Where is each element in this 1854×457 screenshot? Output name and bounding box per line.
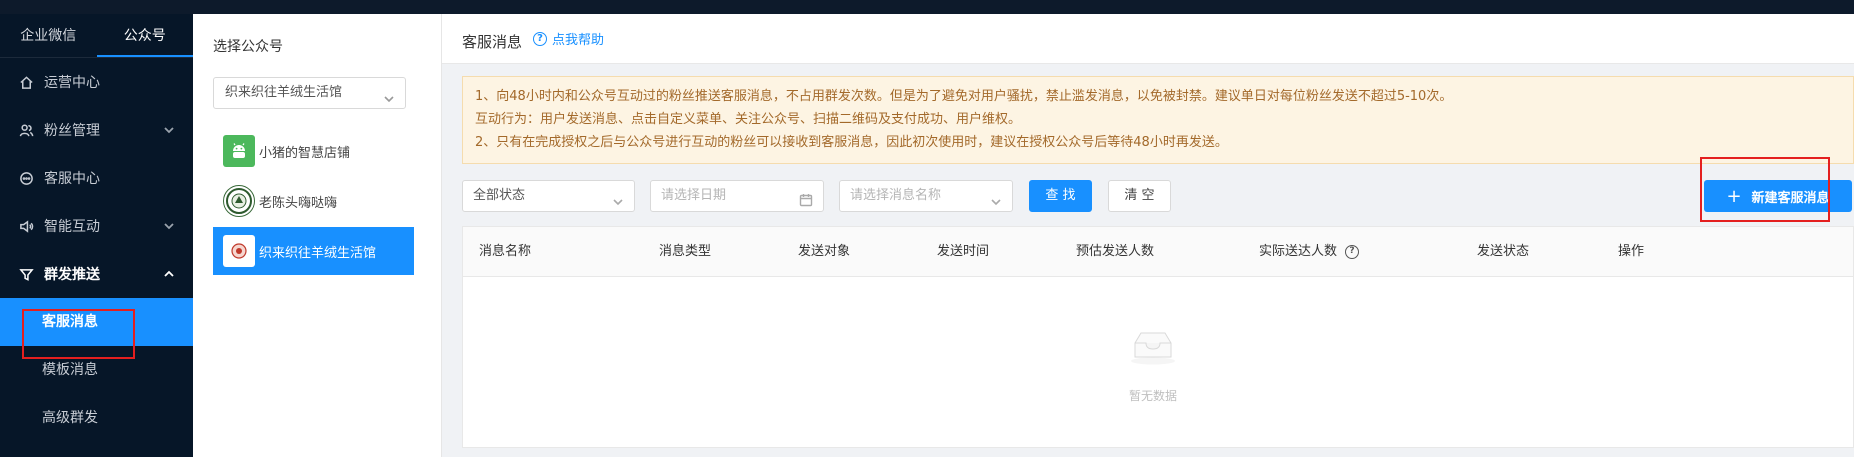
notice-line: 2、只有在完成授权之后与公众号进行互动的粉丝可以接收到客服消息，因此初次使用时，… <box>475 135 1228 150</box>
sidebar-subitem-template-message[interactable]: 模板消息 <box>0 346 193 394</box>
sidebar-item-fans[interactable]: 粉丝管理 <box>0 106 193 154</box>
sidebar-item-label: 智能互动 <box>44 219 100 235</box>
notice-banner: 1、向48小时内和公众号互动过的粉丝推送客服消息，不占用群发次数。但是为了避免对… <box>462 76 1854 164</box>
chevron-down-icon <box>612 190 624 206</box>
notice-line: 1、向48小时内和公众号互动过的粉丝推送客服消息，不占用群发次数。但是为了避免对… <box>475 89 1453 104</box>
message-name-select[interactable]: 请选择消息名称 <box>839 180 1013 212</box>
chevron-down-icon <box>163 124 175 136</box>
question-icon[interactable]: ? <box>1345 245 1360 259</box>
page-header: 客服消息 ? 点我帮助 <box>442 14 1854 64</box>
column-header-actual: 实际送达人数 ? <box>1259 227 1360 277</box>
new-button-label: 新建客服消息 <box>1751 190 1830 206</box>
chevron-down-icon <box>990 190 1002 206</box>
message-name-placeholder: 请选择消息名称 <box>850 188 942 203</box>
account-panel: 选择公众号 织来织往羊绒生活馆 小猪的智慧店铺 老陈头嗨哒嗨 织来织往羊绒生活馆 <box>193 14 442 457</box>
page-title: 客服消息 <box>462 33 523 51</box>
sidebar-subitem-customer-message[interactable]: 客服消息 <box>0 298 193 346</box>
chevron-down-icon <box>383 87 395 103</box>
account-name: 织来织往羊绒生活馆 <box>259 245 377 261</box>
search-button[interactable]: 查 找 <box>1029 180 1092 212</box>
account-item[interactable]: 小猪的智慧店铺 <box>213 126 414 176</box>
new-customer-message-button[interactable]: + 新建客服消息 <box>1704 180 1852 212</box>
status-select-value: 全部状态 <box>473 188 526 203</box>
column-header: 发送时间 <box>937 244 990 259</box>
tab-enterprise-wechat[interactable]: 企业微信 <box>0 14 97 57</box>
chat-icon <box>18 170 34 186</box>
home-icon <box>18 74 34 90</box>
account-name: 老陈头嗨哒嗨 <box>259 195 338 211</box>
calendar-icon <box>799 189 813 207</box>
shop-avatar-icon <box>223 235 255 267</box>
date-picker[interactable]: 请选择日期 <box>650 180 824 212</box>
empty-inbox-icon <box>1131 332 1175 365</box>
column-header: 消息名称 <box>479 244 532 259</box>
sidebar-item-operations[interactable]: 运营中心 <box>0 58 193 106</box>
help-link[interactable]: ? 点我帮助 <box>533 29 604 48</box>
notice-line: 互动行为：用户发送消息、点击自定义菜单、关注公众号、扫描二维码及支付成功、用户维… <box>475 112 1022 127</box>
status-select[interactable]: 全部状态 <box>462 180 635 212</box>
chevron-up-icon <box>163 268 175 280</box>
account-item[interactable]: 老陈头嗨哒嗨 <box>213 176 414 226</box>
column-header: 发送状态 <box>1477 244 1530 259</box>
top-bar <box>0 0 1854 14</box>
question-icon: ? <box>533 31 547 46</box>
main-content: 客服消息 ? 点我帮助 1、向48小时内和公众号互动过的粉丝推送客服消息，不占用… <box>442 14 1854 457</box>
column-header: 消息类型 <box>659 244 712 259</box>
help-link-label: 点我帮助 <box>552 33 605 48</box>
sidebar-item-interaction[interactable]: 智能互动 <box>0 202 193 250</box>
speaker-icon <box>18 218 34 234</box>
seal-avatar-icon <box>223 185 255 217</box>
empty-state: 暂无数据 <box>463 277 1853 449</box>
column-header: 实际送达人数 <box>1259 244 1338 259</box>
sidebar-tabs: 企业微信 公众号 <box>0 14 193 58</box>
empty-text: 暂无数据 <box>1129 389 1178 403</box>
sidebar-item-label: 粉丝管理 <box>44 123 100 139</box>
column-header: 操作 <box>1618 244 1645 259</box>
sidebar-item-label: 群发推送 <box>44 267 100 283</box>
android-avatar-icon <box>223 135 255 167</box>
sidebar-item-customer-service[interactable]: 客服中心 <box>0 154 193 202</box>
message-table: 消息名称 消息类型 发送对象 发送时间 预估发送人数 实际送达人数 ? 发送状态… <box>462 226 1854 448</box>
date-picker-placeholder: 请选择日期 <box>661 188 727 203</box>
account-select[interactable]: 织来织往羊绒生活馆 <box>213 77 406 109</box>
table-header: 消息名称 消息类型 发送对象 发送时间 预估发送人数 实际送达人数 ? 发送状态… <box>463 227 1853 277</box>
sidebar-subitem-advanced-mass[interactable]: 高级群发 <box>0 394 193 442</box>
account-item-selected[interactable]: 织来织往羊绒生活馆 <box>213 227 414 275</box>
column-header: 预估发送人数 <box>1076 244 1155 259</box>
sidebar-item-label: 运营中心 <box>44 75 100 91</box>
sidebar-item-mass-push[interactable]: 群发推送 <box>0 250 193 298</box>
account-panel-title: 选择公众号 <box>213 39 283 55</box>
plus-icon: + <box>1726 185 1742 207</box>
funnel-icon <box>18 266 34 282</box>
sidebar-item-label: 客服中心 <box>44 171 100 187</box>
account-name: 小猪的智慧店铺 <box>259 145 351 161</box>
tab-official-account[interactable]: 公众号 <box>96 14 193 57</box>
account-select-value: 织来织往羊绒生活馆 <box>225 85 343 100</box>
sidebar: 企业微信 公众号 运营中心 粉丝管理 客服中心 智能互动 群发推送 客服消息 模… <box>0 14 193 457</box>
column-header: 发送对象 <box>798 244 851 259</box>
clear-button[interactable]: 清 空 <box>1108 180 1171 212</box>
chevron-down-icon <box>163 220 175 232</box>
users-icon <box>18 122 34 138</box>
